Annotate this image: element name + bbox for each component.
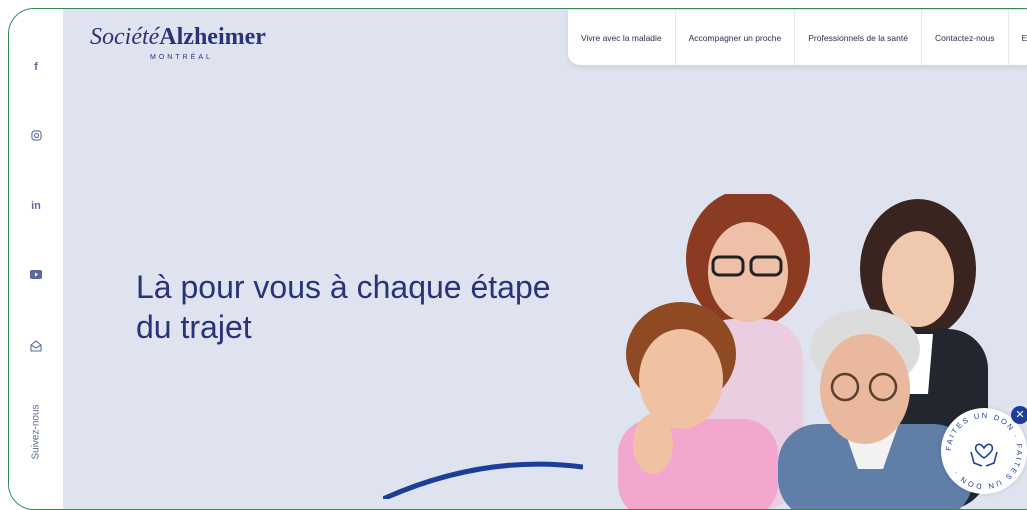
- logo-societe: Société: [90, 24, 160, 50]
- linkedin-icon[interactable]: in: [9, 200, 63, 212]
- hero-section: SociétéAlzheimer MONTRÉAL Vivre avec la …: [63, 9, 1027, 509]
- headline-line-2: du trajet: [136, 309, 252, 345]
- headline-line-1: Là pour vous à chaque étape: [136, 269, 551, 305]
- top-navigation: Vivre avec la maladie Accompagner un pro…: [568, 10, 1027, 65]
- svg-text:FAITES UN DON · FAITES UN DON: FAITES UN DON · FAITES UN DON ·: [944, 411, 1024, 491]
- page-frame: f in Suivez-nous SociétéAlzheimer MONTRÉ…: [8, 8, 1027, 510]
- logo-city: MONTRÉAL: [150, 54, 213, 61]
- follow-us-label: Suivez-nous: [30, 404, 42, 460]
- social-rail: f in Suivez-nous: [9, 9, 63, 509]
- hands-heart-icon: [970, 443, 998, 467]
- logo-alzheimer: Alzheimer: [159, 24, 266, 50]
- language-toggle[interactable]: En: [1009, 10, 1027, 65]
- nav-accompagner[interactable]: Accompagner un proche: [676, 10, 796, 65]
- newsletter-icon[interactable]: [9, 340, 63, 355]
- hero-headline: Là pour vous à chaque étape du trajet: [136, 267, 606, 347]
- nav-professionnels[interactable]: Professionnels de la santé: [795, 10, 922, 65]
- close-icon[interactable]: ✕: [1011, 406, 1027, 424]
- facebook-icon[interactable]: f: [9, 61, 63, 73]
- nav-vivre[interactable]: Vivre avec la maladie: [568, 10, 676, 65]
- nav-contact[interactable]: Contactez-nous: [922, 10, 1009, 65]
- youtube-icon[interactable]: [9, 270, 63, 282]
- instagram-icon[interactable]: [9, 130, 63, 144]
- site-logo[interactable]: SociétéAlzheimer MONTRÉAL: [90, 24, 266, 61]
- donate-ring-text: FAITES UN DON · FAITES UN DON ·: [944, 411, 1022, 491]
